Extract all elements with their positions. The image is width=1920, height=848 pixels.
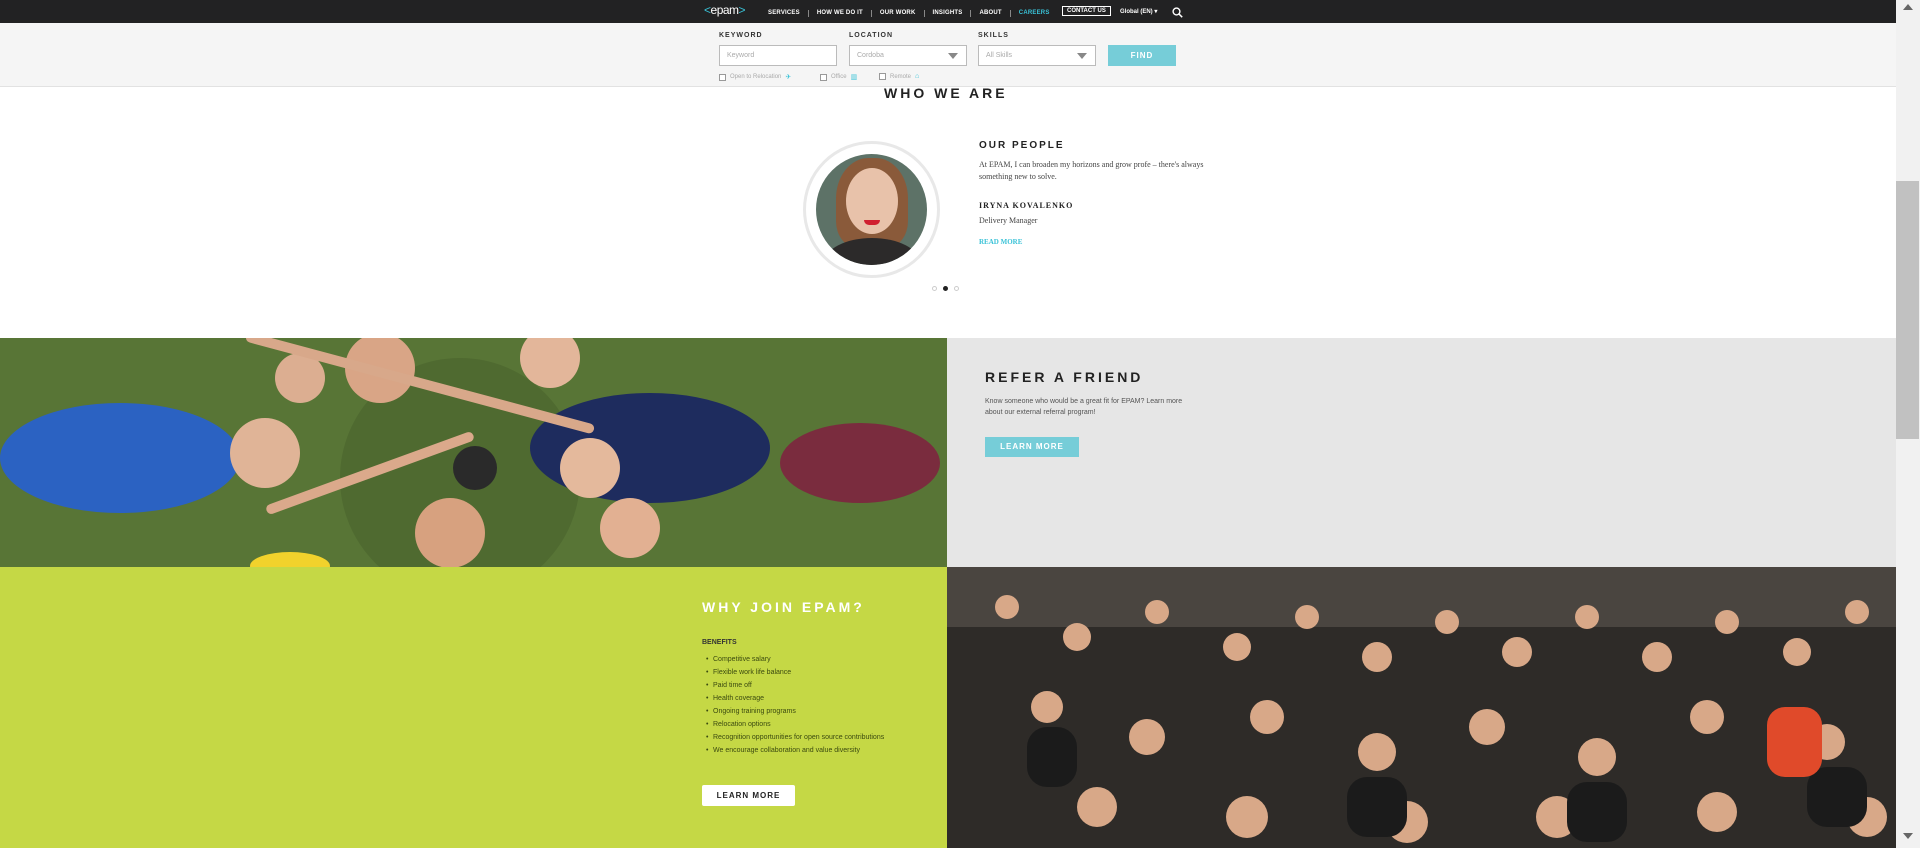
logo-bracket-right: > (738, 3, 746, 17)
testimonial-role: Delivery Manager (979, 216, 1038, 225)
building-icon: ▥ (850, 74, 858, 81)
carousel-dot[interactable] (932, 286, 937, 291)
testimonial-name: IRYNA KOVALENKO (979, 201, 1074, 210)
contact-us-button[interactable]: CONTACT US (1062, 6, 1111, 16)
remote-label: Remote (890, 73, 912, 80)
benefit-item: We encourage collaboration and value div… (706, 746, 886, 755)
skills-value: All Skills (986, 52, 1013, 59)
search-icon[interactable] (1172, 5, 1183, 23)
chevron-down-icon (948, 53, 958, 59)
nav-links: SERVICES HOW WE DO IT OUR WORK INSIGHTS … (768, 8, 1058, 18)
portrait-body (824, 238, 920, 265)
refer-learn-more-button[interactable]: LEARN MORE (985, 437, 1079, 457)
benefits-subtitle: BENEFITS (702, 639, 737, 646)
skills-label: SKILLS (978, 32, 1009, 39)
carousel-dot-active[interactable] (943, 286, 948, 291)
crowd-photo (947, 567, 1896, 848)
relocation-checkbox[interactable]: Open to Relocation ✈ (719, 73, 791, 81)
benefit-item: Competitive salary (706, 655, 886, 664)
language-selector[interactable]: Global (EN) ▾ (1120, 8, 1157, 15)
refer-a-friend-title: REFER A FRIEND (985, 369, 1144, 385)
location-label: LOCATION (849, 32, 894, 39)
scroll-up-icon[interactable] (1903, 4, 1913, 10)
nav-link-our-work[interactable]: OUR WORK (870, 9, 924, 17)
scroll-down-icon[interactable] (1903, 833, 1913, 839)
nav-link-insights[interactable]: INSIGHTS (923, 9, 971, 17)
logo-text: epam (710, 3, 740, 17)
benefit-item: Paid time off (706, 681, 886, 690)
benefit-item: Flexible work life balance (706, 668, 886, 677)
section-title-who-we-are: WHO WE ARE (884, 85, 1008, 101)
nav-link-how-we-do-it[interactable]: HOW WE DO IT (807, 9, 871, 17)
home-icon: ⌂ (915, 73, 920, 80)
remote-checkbox[interactable]: Remote ⌂ (879, 73, 919, 80)
keyword-label: KEYWORD (719, 32, 763, 39)
nav-link-careers[interactable]: CAREERS (1009, 9, 1058, 17)
checkbox-box[interactable] (879, 73, 886, 80)
portrait-frame (803, 141, 940, 278)
why-join-learn-more-button[interactable]: LEARN MORE (702, 785, 795, 806)
benefits-list: Competitive salary Flexible work life ba… (706, 655, 886, 759)
carousel-dot[interactable] (954, 286, 959, 291)
checkbox-box[interactable] (719, 73, 726, 81)
chevron-down-icon (1077, 53, 1087, 59)
page-scrollbar[interactable] (1896, 0, 1920, 848)
relocation-label: Open to Relocation (730, 74, 782, 80)
portrait-mouth (864, 220, 880, 225)
nav-link-services[interactable]: SERVICES (768, 10, 808, 17)
carousel-dots (932, 286, 965, 291)
scrollbar-thumb[interactable] (1896, 181, 1919, 439)
find-button[interactable]: FIND (1108, 45, 1176, 66)
office-label: Office (831, 74, 847, 80)
team-huddle-photo (0, 338, 947, 567)
benefit-item: Ongoing training programs (706, 707, 886, 716)
why-join-title: WHY JOIN EPAM? (702, 599, 865, 615)
read-more-link[interactable]: READ MORE (979, 238, 1022, 246)
benefit-item: Health coverage (706, 694, 886, 703)
plane-icon: ✈ (785, 74, 792, 81)
testimonial-quote: At EPAM, I can broaden my horizons and g… (979, 160, 1204, 181)
top-navigation: <epam> SERVICES HOW WE DO IT OUR WORK IN… (0, 0, 1896, 23)
benefit-item: Recognition opportunities for open sourc… (706, 733, 886, 742)
office-checkbox[interactable]: Office ▥ (820, 73, 857, 81)
benefit-item: Relocation options (706, 720, 886, 729)
our-people-heading: OUR PEOPLE (979, 140, 1065, 151)
skills-select[interactable]: All Skills (978, 45, 1096, 66)
keyword-input[interactable]: Keyword (719, 45, 837, 66)
checkbox-box[interactable] (820, 73, 827, 81)
employee-portrait (816, 154, 927, 265)
nav-link-about[interactable]: ABOUT (970, 9, 1009, 17)
refer-a-friend-text: Know someone who would be a great fit fo… (985, 398, 1183, 416)
epam-logo[interactable]: <epam> (704, 3, 746, 17)
keyword-placeholder: Keyword (727, 52, 755, 59)
location-value: Cordoba (857, 52, 884, 59)
location-select[interactable]: Cordoba (849, 45, 967, 66)
